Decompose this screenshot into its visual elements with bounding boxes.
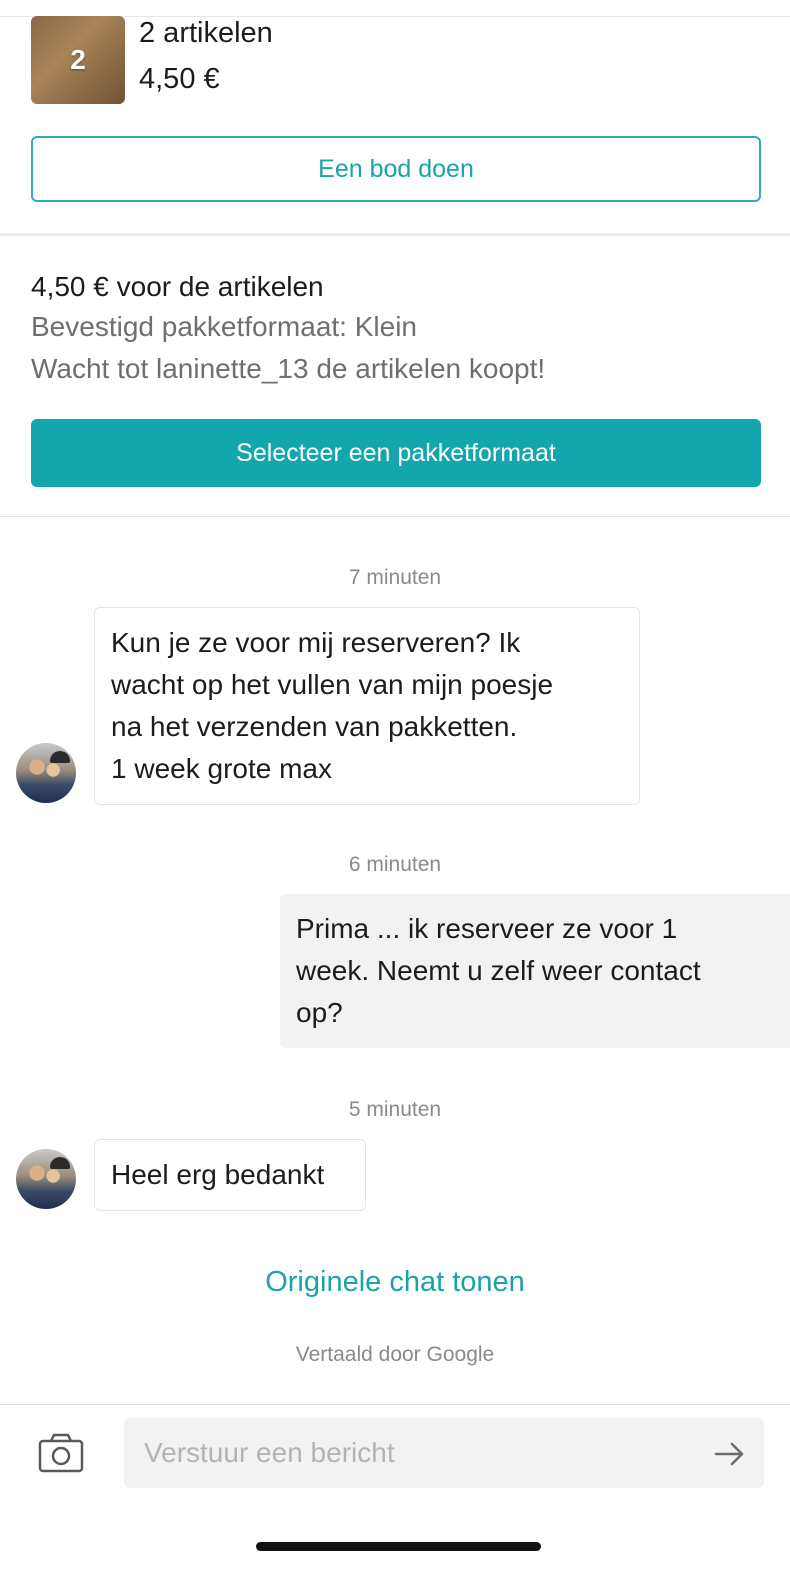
incoming-message-bubble: Kun je ze voor mij reserveren? Ik wacht …	[94, 607, 640, 805]
message-line: op?	[296, 997, 343, 1028]
summary-wait-note: Wacht tot laninette_13 de artikelen koop…	[31, 353, 546, 384]
summary-total: 4,50 € voor de artikelen	[31, 271, 324, 302]
summary-package-size: Bevestigd pakketformaat: Klein	[31, 311, 417, 342]
incoming-message-bubble: Heel erg bedankt	[94, 1139, 366, 1211]
item-count-badge: 2	[70, 44, 86, 75]
arrow-right-icon[interactable]	[712, 1436, 748, 1472]
home-indicator	[256, 1542, 541, 1551]
sender-avatar[interactable]	[16, 743, 76, 803]
message-line: Kun je ze voor mij reserveren? Ik	[111, 627, 521, 658]
message-line: 1 week grote max	[111, 753, 332, 784]
make-offer-button[interactable]: Een bod doen	[31, 136, 761, 202]
avatar-hat-detail	[50, 1157, 70, 1169]
composer-divider	[0, 1404, 790, 1405]
outgoing-message-bubble: Prima ... ik reserveer ze voor 1 week. N…	[280, 894, 790, 1048]
message-line: week. Neemt u zelf weer contact	[296, 955, 701, 986]
message-input[interactable]	[124, 1418, 764, 1488]
message-line: Heel erg bedankt	[111, 1159, 325, 1190]
section-divider	[0, 233, 790, 236]
message-timestamp: 6 minuten	[348, 853, 442, 876]
message-timestamp: 7 minuten	[348, 566, 442, 589]
item-price: 4,50 €	[139, 63, 220, 95]
show-original-chat-link[interactable]: Originele chat tonen	[0, 1266, 790, 1299]
chat-divider	[0, 516, 790, 517]
camera-icon[interactable]	[38, 1433, 84, 1473]
avatar-hat-detail	[50, 751, 70, 763]
message-line: wacht op het vullen van mijn poesje	[111, 669, 554, 700]
message-line: na het verzenden van pakketten.	[111, 711, 518, 742]
select-package-size-button[interactable]: Selecteer een pakketformaat	[31, 419, 761, 487]
message-line: Prima ... ik reserveer ze voor 1	[296, 913, 678, 944]
translated-by-note: Vertaald door Google	[295, 1343, 495, 1366]
message-timestamp: 5 minuten	[348, 1098, 442, 1121]
item-thumbnail[interactable]: 2	[31, 16, 125, 104]
sender-avatar[interactable]	[16, 1149, 76, 1209]
item-title: 2 artikelen	[139, 17, 273, 49]
